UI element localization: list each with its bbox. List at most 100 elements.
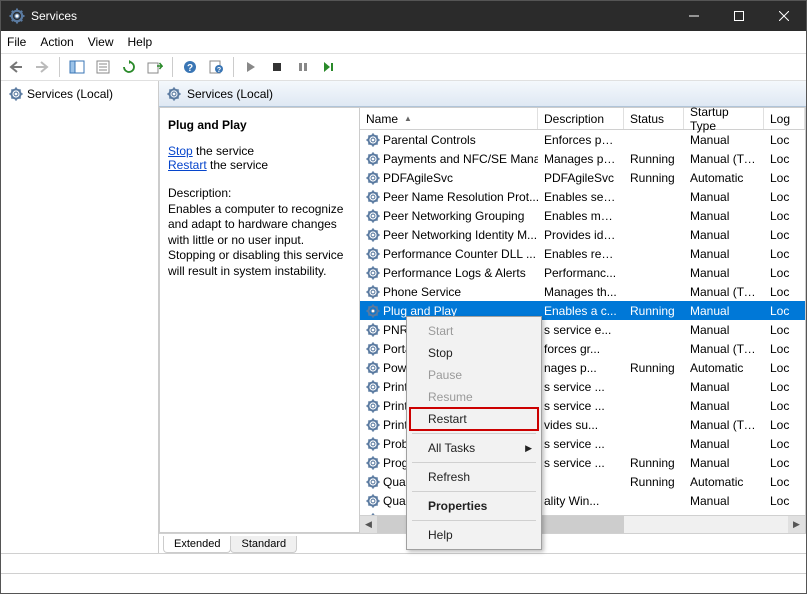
service-row[interactable]: Payments and NFC/SE Mana...Manages pa...… [360,149,805,168]
column-header-name[interactable]: Name▲ [360,108,538,129]
gear-icon [366,342,380,356]
column-header-startup[interactable]: Startup Type [684,108,764,129]
column-header-logon[interactable]: Log [764,108,805,129]
service-logon: Loc [764,228,805,242]
svg-text:?: ? [187,63,193,74]
service-name: Peer Name Resolution Prot... [383,190,538,204]
service-startup: Manual [684,456,764,470]
column-header-status[interactable]: Status [624,108,684,129]
service-startup: Manual [684,266,764,280]
service-description: s service ... [538,456,624,470]
service-logon: Loc [764,361,805,375]
show-hide-tree-button[interactable] [66,56,88,78]
maximize-button[interactable] [716,1,761,31]
properties-button[interactable] [92,56,114,78]
service-description: s service ... [538,380,624,394]
gear-icon [366,494,380,508]
extended-detail-pane: Plug and Play Stop the service Restart t… [160,108,360,532]
context-menu-refresh[interactable]: Refresh [410,466,538,488]
service-row[interactable]: Parental ControlsEnforces pa...ManualLoc [360,130,805,149]
menu-help[interactable]: Help [128,35,153,49]
tree-item-label: Services (Local) [27,87,113,101]
service-startup: Manual [684,323,764,337]
service-logon: Loc [764,342,805,356]
service-name: Performance Counter DLL ... [383,247,536,261]
menu-action[interactable]: Action [40,35,73,49]
export-button[interactable] [144,56,166,78]
service-description: Manages th... [538,285,624,299]
svg-text:?: ? [217,67,221,74]
service-description: s service ... [538,437,624,451]
service-row[interactable]: Peer Networking GroupingEnables mul...Ma… [360,206,805,225]
service-startup: Manual (Trig... [684,418,764,432]
service-description: s service ... [538,399,624,413]
service-row[interactable]: Peer Name Resolution Prot...Enables serv… [360,187,805,206]
service-description: ality Win... [538,494,624,508]
service-logon: Loc [764,285,805,299]
service-row[interactable]: Phone Service Manages th... Manual (Trig..… [360,282,805,301]
gear-icon [366,190,380,204]
services-app-icon [9,8,25,24]
gear-icon [366,418,380,432]
help-topic-button[interactable]: ? [205,56,227,78]
title-bar: Services [1,1,806,31]
close-button[interactable] [761,1,806,31]
console-tree: Services (Local) [1,81,159,553]
service-logon: Loc [764,456,805,470]
toolbar: ? ? [1,53,806,81]
tab-extended[interactable]: Extended [163,536,231,553]
context-menu-stop[interactable]: Stop [410,342,538,364]
refresh-button[interactable] [118,56,140,78]
context-menu-help[interactable]: Help [410,524,538,546]
service-logon: Loc [764,323,805,337]
restart-service-link[interactable]: Restart [168,158,207,172]
start-service-button[interactable] [240,56,262,78]
service-name: Phone Service [383,285,461,299]
service-row[interactable]: Performance Counter DLL ...Enables rem..… [360,244,805,263]
service-name: Peer Networking Grouping [383,209,524,223]
context-menu-start: Start [410,320,538,342]
service-logon: Loc [764,266,805,280]
back-button[interactable] [5,56,27,78]
stop-service-link[interactable]: Stop [168,144,193,158]
column-header-description[interactable]: Description [538,108,624,129]
gear-icon [366,361,380,375]
service-description: Manages pa... [538,152,624,166]
scroll-left-button[interactable]: ◀ [360,516,377,533]
selected-service-name: Plug and Play [168,118,351,132]
stop-service-button[interactable] [266,56,288,78]
service-startup: Manual (Trig... [684,342,764,356]
forward-button[interactable] [31,56,53,78]
service-status: Running [624,152,684,166]
tree-item-services-local[interactable]: Services (Local) [5,85,154,103]
service-row[interactable]: Performance Logs & AlertsPerformanc...Ma… [360,263,805,282]
service-description: Provides ide... [538,228,624,242]
context-menu-restart[interactable]: Restart [410,408,538,430]
restart-service-button[interactable] [318,56,340,78]
service-name: Performance Logs & Alerts [383,266,526,280]
service-logon: Loc [764,380,805,394]
service-description: nages p... [538,361,624,375]
gear-icon [366,456,380,470]
help-button[interactable]: ? [179,56,201,78]
service-description: Enables rem... [538,247,624,261]
service-row[interactable]: Peer Networking Identity M...Provides id… [360,225,805,244]
stop-suffix: the service [193,144,254,158]
status-bar-2 [1,573,806,593]
context-menu-all-tasks[interactable]: All Tasks▶ [410,437,538,459]
gear-icon [366,475,380,489]
menu-file[interactable]: File [7,35,26,49]
gear-icon [9,87,23,101]
scroll-right-button[interactable]: ▶ [788,516,805,533]
service-startup: Manual (Trig... [684,285,764,299]
service-row[interactable]: PDFAgileSvcPDFAgileSvcRunningAutomaticLo… [360,168,805,187]
pause-service-button[interactable] [292,56,314,78]
context-menu-properties[interactable]: Properties [410,495,538,517]
submenu-arrow-icon: ▶ [525,443,532,454]
menu-view[interactable]: View [88,35,114,49]
minimize-button[interactable] [671,1,716,31]
tab-standard[interactable]: Standard [230,536,297,553]
service-logon: Loc [764,209,805,223]
window-title: Services [31,9,671,23]
service-logon: Loc [764,494,805,508]
